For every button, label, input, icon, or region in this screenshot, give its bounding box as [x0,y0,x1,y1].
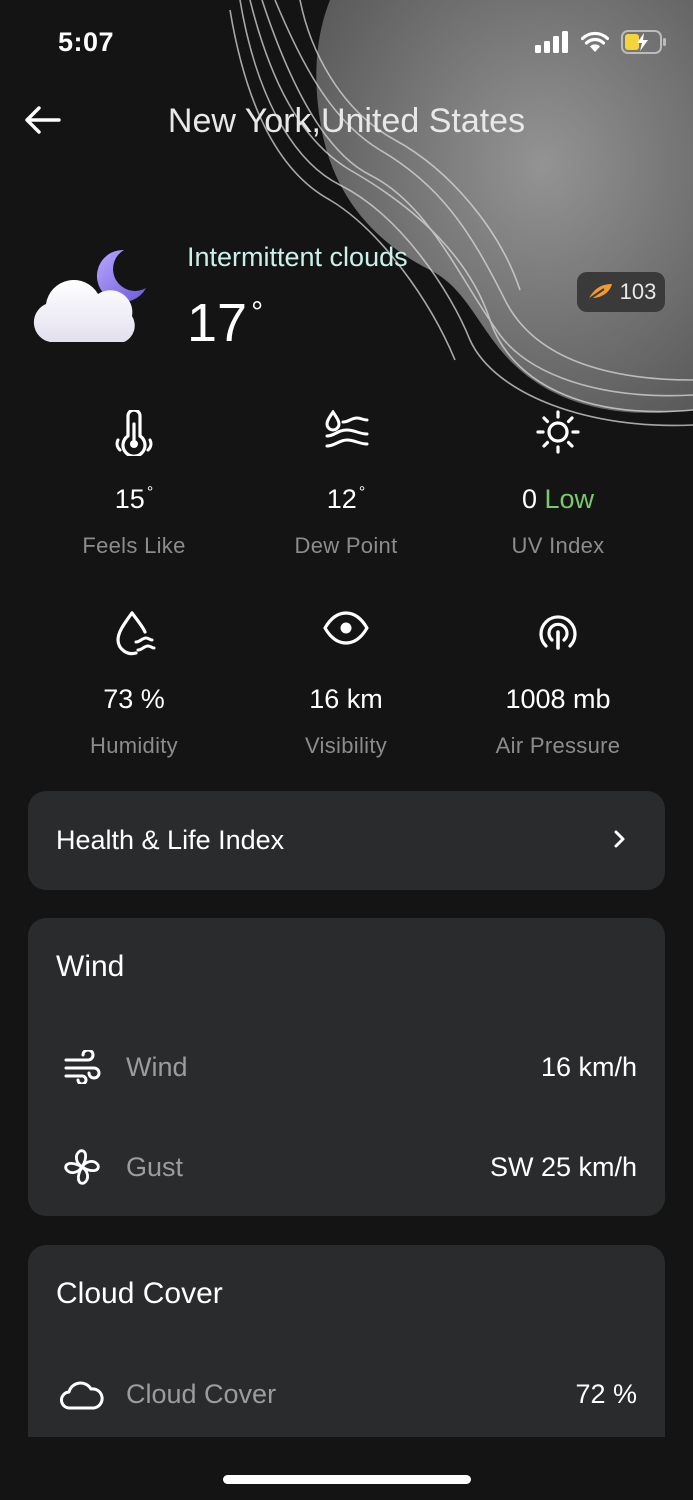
condition-text: Intermittent clouds [187,242,408,272]
dew-point-label: Dew Point [294,533,398,558]
visibility-label: Visibility [304,733,388,758]
pressure-gauge-icon [539,615,577,650]
humidity-value: 73 % [103,684,165,714]
metric-humidity: 73 % Humidity [28,610,240,810]
cloud-cover-card-title: Cloud Cover [56,1277,223,1310]
dew-point-value: 12 [326,484,357,514]
uv-index-value: 0 [521,484,537,514]
current-temperature: 17 ° [187,292,263,354]
signal-icon [535,31,568,53]
dew-point-icon [325,410,369,448]
degree-symbol: ° [146,484,154,501]
current-weather: Intermittent clouds 17 ° 103 [0,238,693,368]
feels-like-value: 15 [114,484,145,514]
humidity-label: Humidity [90,733,178,758]
gust-fan-icon [64,1149,100,1185]
wind-label: Wind [126,1051,188,1082]
chevron-right-icon [614,830,625,848]
cloud-icon [60,1381,104,1410]
cloud-cover-label: Cloud Cover [126,1378,277,1409]
degree-symbol: ° [251,296,264,329]
uv-index-label: UV Index [511,533,605,558]
header: New York,United States [0,90,693,156]
health-life-index-title: Health & Life Index [56,825,285,855]
cloud-cover-card: Cloud Cover Cloud Cover 72 % [28,1245,665,1437]
aqi-badge[interactable]: 103 [577,272,665,312]
uv-level: Low [544,484,595,514]
thermometer-icon [115,410,153,456]
sun-icon [536,410,580,454]
metrics-grid: 15 ° Feels Like 12 ° Dew Point 0 Low UV … [28,410,665,810]
health-life-index-card[interactable]: Health & Life Index [28,791,665,890]
wifi-icon [581,31,609,52]
temperature-value: 17 [187,293,248,353]
wind-card-title: Wind [56,950,125,983]
metric-uv-index: 0 Low UV Index [452,410,664,610]
gust-row: Gust SW 25 km/h [56,1142,637,1192]
battery-charging-icon [621,30,666,54]
wind-value: 16 km/h [540,1051,637,1082]
metric-visibility: 16 km Visibility [240,610,452,810]
wind-card: Wind Wind 16 km/h Gust SW 25 km/h [28,918,665,1216]
aqi-value: 103 [619,279,657,304]
cloud-moon-icon [33,249,146,342]
status-time: 5:07 [58,27,115,57]
wind-icon [64,1050,101,1084]
wind-row: Wind 16 km/h [56,1042,637,1092]
status-bar: 5:07 [0,0,693,88]
degree-symbol: ° [358,484,366,501]
status-icons [535,30,667,54]
cloud-cover-value: 72 % [575,1378,637,1409]
gust-label: Gust [126,1151,184,1182]
home-indicator[interactable] [223,1475,471,1484]
visibility-value: 16 km [309,684,383,714]
air-pressure-value: 1008 mb [505,684,611,714]
metric-air-pressure: 1008 mb Air Pressure [452,610,664,810]
eye-icon [323,611,369,645]
location-title: New York,United States [167,102,526,140]
feels-like-label: Feels Like [82,533,186,558]
cloud-cover-row: Cloud Cover 72 % [56,1369,637,1419]
metric-dew-point: 12 ° Dew Point [240,410,452,610]
humidity-drop-icon [116,611,156,656]
gust-value: SW 25 km/h [489,1151,637,1182]
leaf-icon [587,284,612,301]
air-pressure-label: Air Pressure [495,733,621,758]
metric-feels-like: 15 ° Feels Like [28,410,240,610]
